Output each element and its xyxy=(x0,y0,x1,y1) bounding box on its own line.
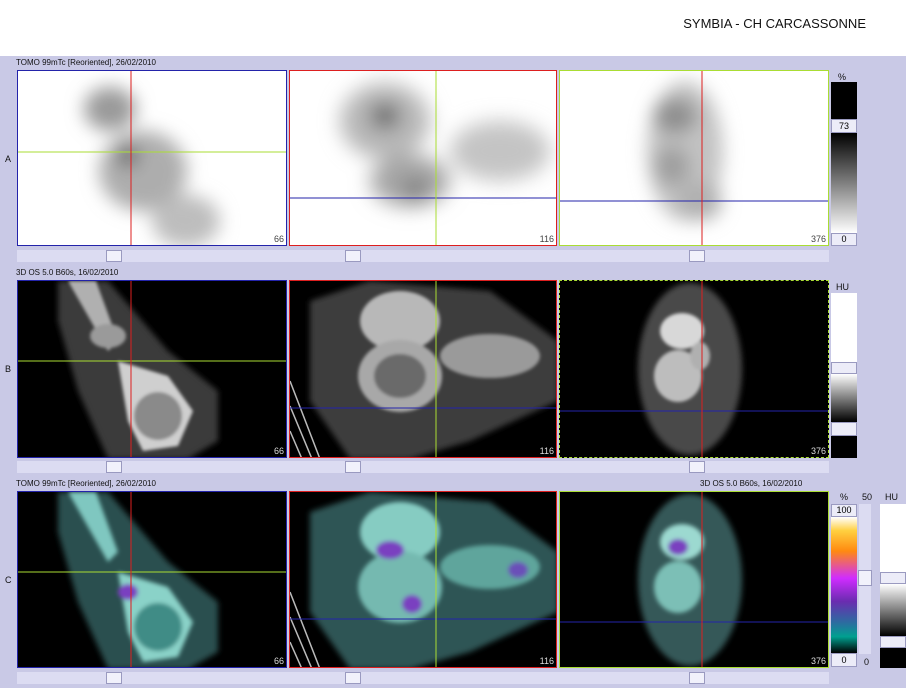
slice-number: 116 xyxy=(539,446,554,456)
colorbar-c-hu-unit: HU xyxy=(885,492,898,502)
colorbar-b-top xyxy=(831,293,857,362)
slice-scrollbar-c[interactable] xyxy=(17,672,829,684)
row-a-series-label: TOMO 99mTc [Reoriented], 26/02/2010 xyxy=(16,58,156,67)
viewport-b-transverse[interactable]: 376 xyxy=(559,280,829,458)
colorbar-b-gradient xyxy=(831,374,857,422)
colorbar-a-gradient xyxy=(831,133,857,233)
row-c-letter: C xyxy=(5,575,12,585)
row-b-letter: B xyxy=(5,364,12,374)
colorbar-c-min[interactable]: 0 xyxy=(831,653,857,667)
colorbar-a-level[interactable]: 73 xyxy=(831,119,857,133)
viewport-a-coronal[interactable]: 66 xyxy=(17,70,287,246)
blend-slider-thumb[interactable] xyxy=(858,570,872,586)
viewport-b-coronal[interactable]: 66 xyxy=(17,280,287,458)
row-c-series-label: TOMO 99mTc [Reoriented], 26/02/2010 xyxy=(16,479,156,488)
slice-number: 376 xyxy=(810,234,826,244)
viewport-b-sagittal[interactable]: 116 xyxy=(289,280,557,458)
scroll-thumb[interactable] xyxy=(345,250,361,262)
slice-number: 66 xyxy=(273,656,284,666)
scroll-thumb[interactable] xyxy=(689,250,705,262)
colorbar-c-hu-top xyxy=(880,504,906,572)
scroll-thumb[interactable] xyxy=(106,461,122,473)
colorbar-c-hu-upper-handle[interactable] xyxy=(880,572,906,584)
blend-zero-label: 0 xyxy=(864,657,870,667)
viewport-c-coronal-fused[interactable]: 66 xyxy=(17,491,287,668)
slice-number: 66 xyxy=(273,234,284,244)
slice-number: 376 xyxy=(810,656,826,666)
viewport-c-sagittal-fused[interactable]: 116 xyxy=(289,491,557,668)
scroll-thumb[interactable] xyxy=(106,250,122,262)
blend-max-label: 50 xyxy=(862,492,873,502)
viewport-a-sagittal[interactable]: 116 xyxy=(289,70,557,246)
viewport-a-transverse[interactable]: 376 xyxy=(559,70,829,246)
slice-number: 116 xyxy=(539,656,554,666)
app-header: SYMBIA - CH CARCASSONNE xyxy=(0,0,906,56)
scroll-thumb[interactable] xyxy=(345,461,361,473)
scroll-thumb[interactable] xyxy=(106,672,122,684)
colorbar-a-top xyxy=(831,82,857,119)
scroll-thumb[interactable] xyxy=(345,672,361,684)
scroll-thumb[interactable] xyxy=(689,461,705,473)
colorbar-b-upper-handle[interactable] xyxy=(831,362,857,374)
scroll-thumb[interactable] xyxy=(689,672,705,684)
row-c-series-label-right: 3D OS 5.0 B60s, 16/02/2010 xyxy=(700,479,803,488)
colorbar-c-hu-bottom xyxy=(880,648,906,668)
slice-number: 376 xyxy=(810,446,826,456)
row-b-series-label: 3D OS 5.0 B60s, 16/02/2010 xyxy=(16,268,119,277)
row-a-letter: A xyxy=(5,154,12,164)
blend-slider[interactable] xyxy=(858,504,872,654)
colorbar-c-unit: % xyxy=(840,492,849,502)
viewport-c-transverse-fused[interactable]: 376 xyxy=(559,491,829,668)
colorbar-c-max[interactable]: 100 xyxy=(831,504,857,517)
slice-number: 66 xyxy=(273,446,284,456)
colorbar-c-hu-lower-handle[interactable] xyxy=(880,636,906,648)
colorbar-a-unit: % xyxy=(838,72,847,82)
colorbar-a-min[interactable]: 0 xyxy=(831,233,857,246)
colorbar-b-bottom xyxy=(831,436,857,458)
colorbar-c-hu-gradient xyxy=(880,584,906,636)
slice-scrollbar-a[interactable] xyxy=(17,250,829,262)
site-title: SYMBIA - CH CARCASSONNE xyxy=(683,16,866,31)
colorbar-b-lower-handle[interactable] xyxy=(831,422,857,436)
slice-scrollbar-b[interactable] xyxy=(17,461,829,473)
slice-number: 116 xyxy=(539,234,554,244)
colorbar-b-unit: HU xyxy=(836,282,849,292)
colorbar-c-gradient xyxy=(831,517,857,653)
